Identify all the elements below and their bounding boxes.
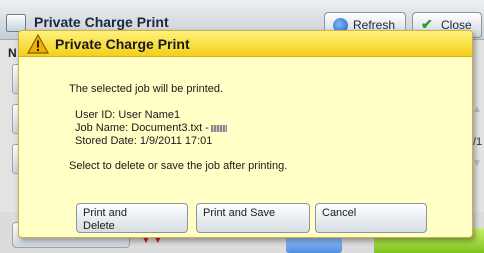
print-and-delete-label-line1: Print and — [83, 207, 128, 219]
instruction-text: Select to delete or save the job after p… — [69, 160, 288, 172]
cancel-button[interactable]: Cancel — [315, 203, 427, 233]
print-and-delete-button[interactable]: Print and Delete — [76, 203, 188, 233]
dialog-message: The selected job will be printed. — [69, 83, 224, 95]
private-charge-print-dialog: Private Charge Print The selected job wi… — [18, 30, 473, 238]
window-title: Private Charge Print — [34, 14, 169, 30]
scroll-down-icon[interactable]: ▼ — [472, 158, 482, 169]
print-and-delete-label-line2: Delete — [83, 220, 115, 232]
dialog-title: Private Charge Print — [55, 36, 190, 52]
check-icon: ✔ — [421, 16, 433, 32]
redacted-block — [210, 124, 227, 132]
print-and-save-label: Print and Save — [203, 207, 276, 219]
warning-icon — [27, 34, 49, 54]
job-name-text: Job Name: Document3.txt - — [75, 122, 209, 134]
bottom-blue-button[interactable] — [286, 236, 342, 253]
stored-date-text: Stored Date: 1/9/2011 17:01 — [75, 135, 213, 147]
scroll-up-icon[interactable]: ▲ — [472, 104, 482, 115]
job-name-row: Job Name: Document3.txt - — [75, 122, 227, 134]
cancel-label: Cancel — [322, 207, 357, 219]
page-indicator: /1 — [473, 136, 483, 148]
print-and-save-button[interactable]: Print and Save — [196, 203, 310, 233]
user-id-text: User ID: User Name1 — [75, 109, 181, 121]
dialog-header: Private Charge Print — [19, 31, 472, 57]
